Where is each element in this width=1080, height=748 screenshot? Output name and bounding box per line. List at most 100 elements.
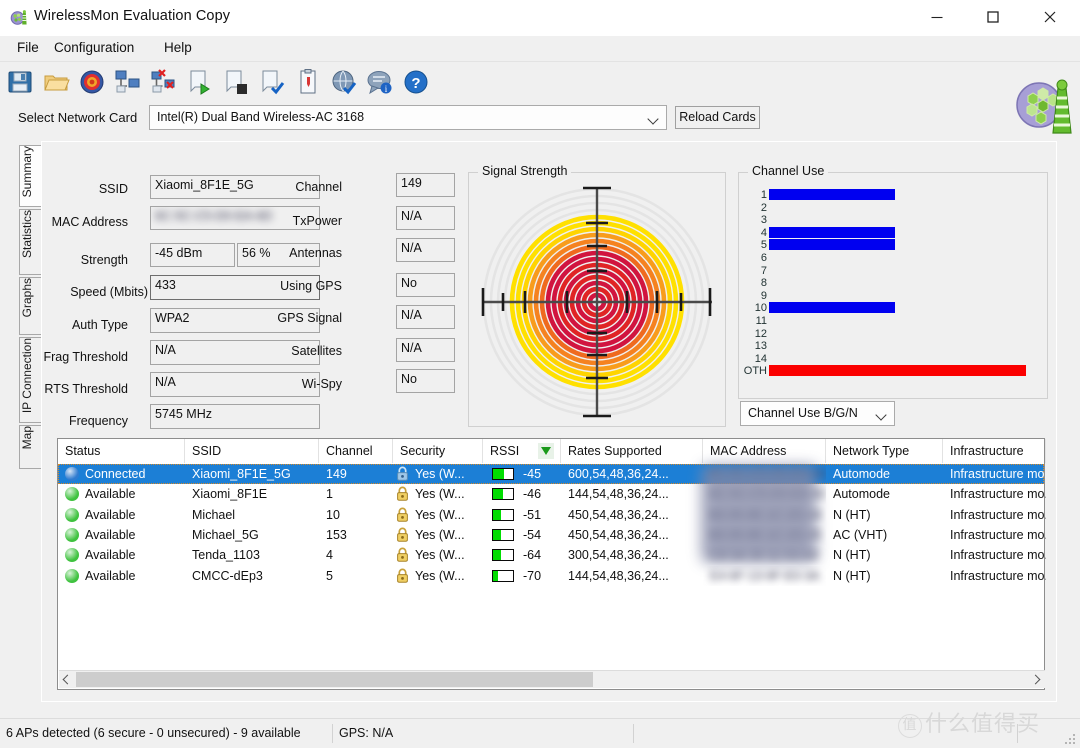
cell-rssi: -64 [483, 545, 561, 565]
frequency-field[interactable]: 5745 MHz [150, 404, 320, 429]
open-folder-icon[interactable] [42, 68, 72, 98]
sort-descending-icon[interactable] [538, 443, 554, 459]
cell-rssi: -46 [483, 484, 561, 504]
wi-spy-field[interactable]: No [396, 369, 455, 393]
sidebar-item-graphs[interactable]: Graphs [19, 277, 41, 335]
menu-file[interactable]: File [10, 39, 46, 60]
report-icon[interactable] [294, 68, 324, 98]
antennas-field[interactable]: N/A [396, 238, 455, 262]
cell-mac: C8-3A-35-11-03-A0 [703, 545, 826, 565]
channel-use-bar [769, 365, 1026, 377]
sidebar-item-ip-connection[interactable]: IP Connection [19, 337, 41, 423]
channel-use-label: 9 [760, 289, 767, 302]
connect-network-icon[interactable] [114, 68, 144, 98]
table-row[interactable]: Available Xiaomi_8F1E 1 Yes (W... -46 144,54,… [58, 484, 1046, 504]
sidebar-item-label: Graphs [20, 278, 34, 318]
network-card-value: Intel(R) Dual Band Wireless-AC 3168 [157, 110, 365, 124]
cell-rates: 300,54,48,36,24... [568, 548, 669, 563]
network-card-combo[interactable]: Intel(R) Dual Band Wireless-AC 3168 [149, 105, 667, 130]
close-button[interactable] [1027, 0, 1073, 34]
cell-nettype: N (HT) [833, 507, 871, 522]
maximize-button[interactable] [970, 0, 1016, 34]
menu-configuration[interactable]: Configuration [47, 39, 141, 60]
sidebar-item-label: Summary [20, 146, 34, 198]
ssid-label: SSID [98, 182, 128, 196]
lock-icon [396, 486, 409, 501]
scroll-right-button[interactable] [1028, 671, 1045, 688]
sidebar-item-summary[interactable]: Summary [19, 145, 43, 207]
scroll-left-button[interactable] [59, 671, 76, 688]
minimize-button[interactable] [914, 0, 960, 34]
table-row[interactable]: Connected Xiaomi_8F1E_5G 149 Yes (W... -45 60… [58, 464, 1046, 485]
table-header-nettype[interactable]: Network Type [826, 439, 943, 463]
cell-rssi: -51 [483, 505, 561, 525]
wirelessmon-app-icon [10, 9, 28, 27]
reload-cards-button[interactable]: Reload Cards [675, 106, 760, 129]
table-header-status[interactable]: Status [58, 439, 185, 463]
cell-ssid: Xiaomi_8F1E_5G [192, 467, 291, 481]
globe-check-icon[interactable] [330, 68, 360, 98]
table-row[interactable]: Available Tenda_1103 4 Yes (W... -64 300,54,4… [58, 545, 1046, 565]
cell-mac-value: 6C-5C-C5-D0-EA-6D [710, 467, 826, 481]
watermark-text: 什么值得买 [925, 712, 1041, 737]
access-point-table[interactable]: Status SSID Channel Security RSSI Rates Suppo… [57, 438, 1046, 690]
cell-nettype: N (HT) [833, 568, 871, 583]
channel-use-label: 13 [754, 340, 767, 353]
txpower-field[interactable]: N/A [396, 206, 455, 230]
save-icon[interactable] [6, 68, 36, 98]
stop-logging-icon[interactable] [222, 68, 252, 98]
chevron-down-icon[interactable] [871, 403, 893, 424]
select-network-card-label: Select Network Card [18, 110, 138, 125]
satellites-label: Satellites [291, 344, 342, 358]
cell-ssid: Michael [192, 507, 236, 522]
verify-log-icon[interactable] [258, 68, 288, 98]
table-header-infra[interactable]: Infrastructure [943, 439, 1046, 463]
table-header-rssi[interactable]: RSSI [483, 439, 561, 463]
cell-mac: E4-6F-13-9F-E0-3A [703, 566, 826, 586]
cell-nettype: AC (VHT) [833, 527, 888, 542]
status-indicator-icon [65, 487, 79, 502]
title-bar: WirelessMon Evaluation Copy [0, 0, 1080, 36]
channel-use-bar [769, 226, 895, 238]
comment-info-icon[interactable]: i [366, 68, 396, 98]
table-row[interactable]: Available CMCC-dEp3 5 Yes (W... -70 144,54,48… [58, 566, 1046, 586]
satellites-field[interactable]: N/A [396, 338, 455, 362]
sidebar-item-map[interactable]: Map [19, 425, 41, 469]
channel-use-label: 8 [760, 277, 767, 290]
target-icon[interactable] [78, 68, 108, 98]
table-header-rates[interactable]: Rates Supported [561, 439, 703, 463]
gps-signal-field[interactable]: N/A [396, 305, 455, 329]
cell-infra: Infrastructure mo.. [950, 548, 1046, 563]
channel-use-label: OTH [743, 365, 767, 378]
channel-use-label: 1 [760, 189, 767, 201]
cell-mac: 6C-5C-C5-D0-EA-6C [703, 484, 826, 504]
wirelessmon-logo [1014, 74, 1076, 136]
horizontal-scrollbar[interactable] [59, 670, 1045, 688]
status-indicator-icon [65, 568, 79, 583]
table-header-mac[interactable]: MAC Address [703, 439, 826, 463]
scrollbar-thumb[interactable] [76, 672, 593, 687]
cell-rates: 450,54,48,36,24... [568, 507, 669, 522]
cell-infra: Infrastructure mo.. [950, 507, 1046, 522]
using-gps-field[interactable]: No [396, 273, 455, 297]
channel-use-mode-combo[interactable]: Channel Use B/G/N [740, 401, 895, 426]
table-row[interactable]: Available Michael 10 Yes (W... -51 450,54,48,… [58, 505, 1046, 525]
table-header-channel[interactable]: Channel [319, 439, 393, 463]
table-header-ssid[interactable]: SSID [185, 439, 319, 463]
strength-dbm-field[interactable]: -45 dBm [150, 243, 235, 267]
channel-use-bar [769, 239, 895, 251]
chevron-down-icon[interactable] [643, 107, 665, 128]
menu-help[interactable]: Help [157, 39, 199, 60]
wi-spy-label: Wi-Spy [301, 377, 342, 391]
resize-grip-icon[interactable] [1064, 733, 1076, 745]
gps-signal-label: GPS Signal [277, 311, 342, 325]
disconnect-network-icon[interactable] [150, 68, 180, 98]
sidebar-item-statistics[interactable]: Statistics [19, 209, 41, 275]
table-row[interactable]: Available Michael_5G 153 Yes (W... -54 450,54… [58, 525, 1046, 545]
status-gps: GPS: N/A [339, 726, 394, 740]
help-icon[interactable]: ? [402, 68, 432, 98]
cell-rssi: -70 [483, 566, 561, 586]
start-logging-icon[interactable] [186, 68, 216, 98]
table-header-security[interactable]: Security [393, 439, 483, 463]
channel-field[interactable]: 149 [396, 173, 455, 197]
